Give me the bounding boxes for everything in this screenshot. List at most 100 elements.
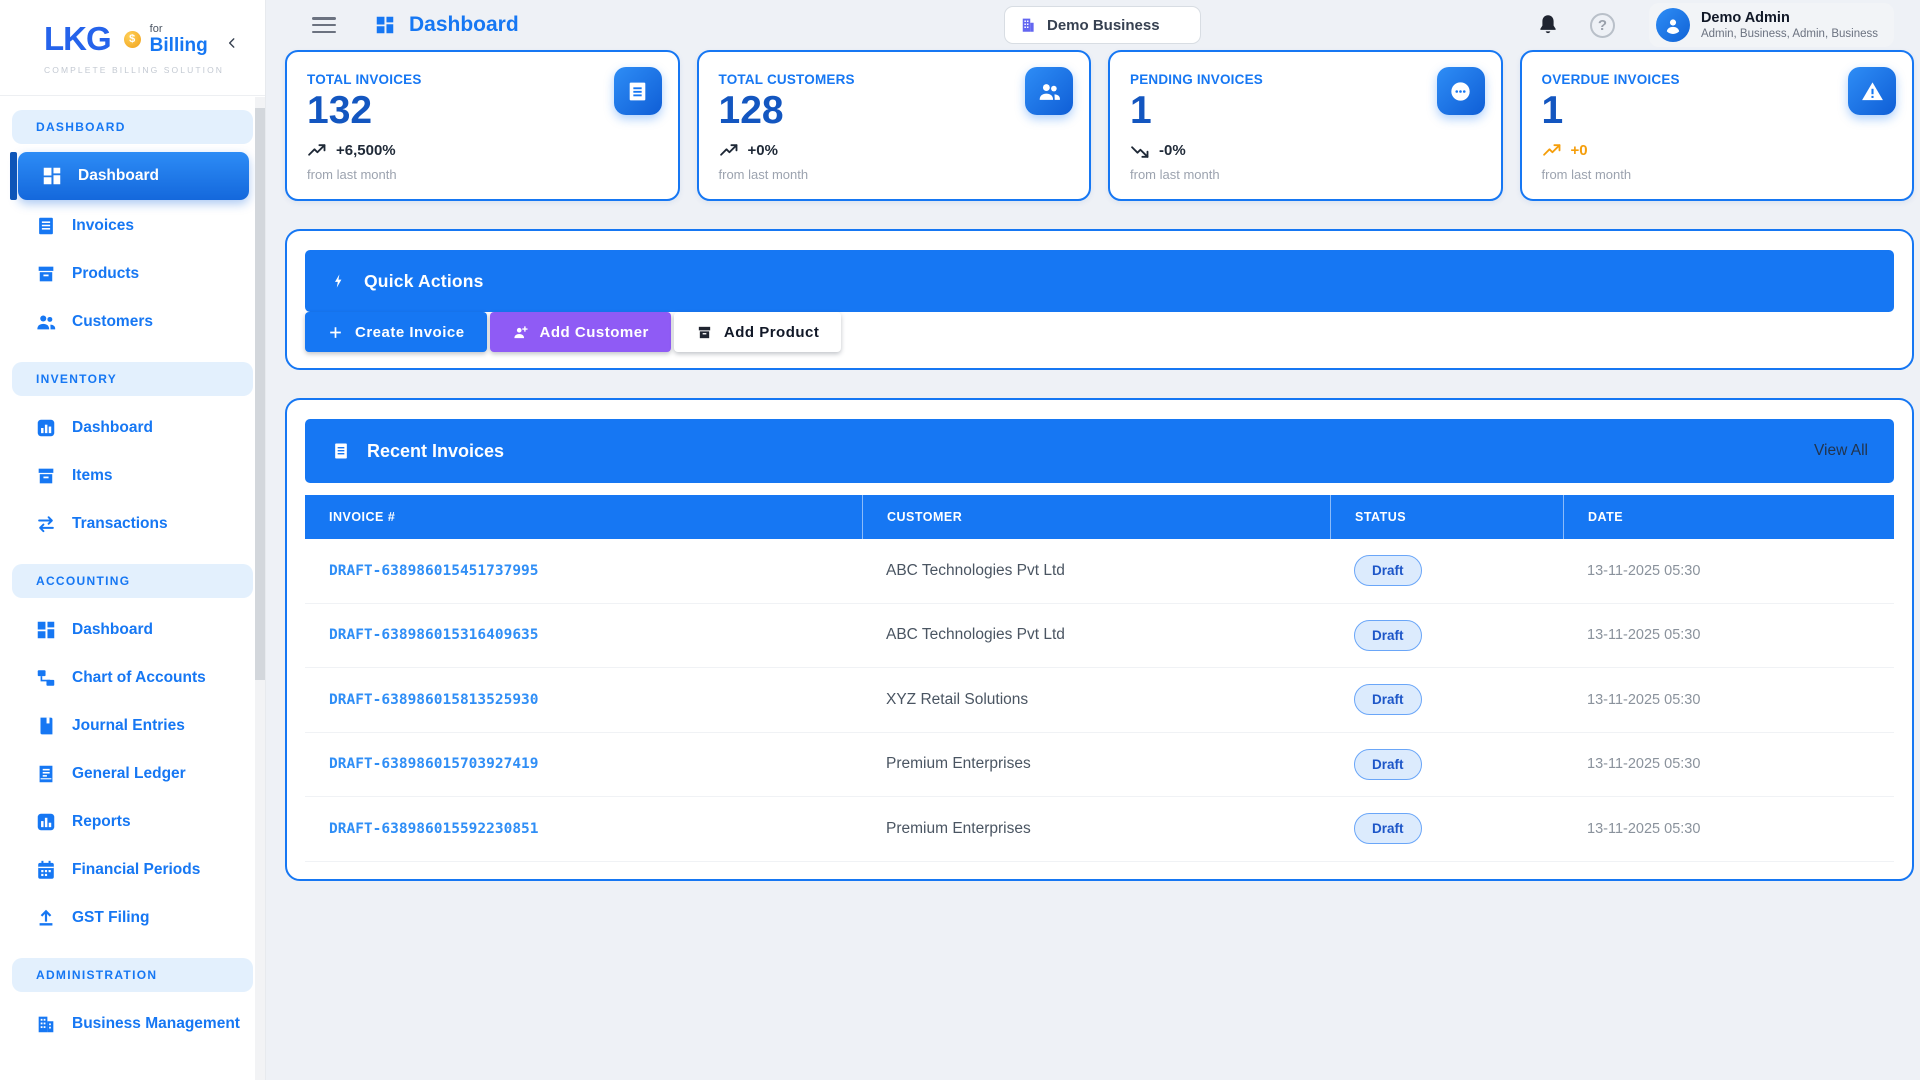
- stat-card-overdue-invoices: OVERDUE INVOICES 1 +0 from last month: [1520, 50, 1915, 201]
- stats-row: TOTAL INVOICES 132 +6,500% from last mon…: [266, 50, 1920, 201]
- brand-product: for Billing: [150, 24, 208, 55]
- customers-icon: [1025, 67, 1073, 115]
- customer-name: ABC Technologies Pvt Ltd: [862, 626, 1330, 644]
- status-badge: Draft: [1354, 555, 1422, 586]
- trend-down-icon: [1130, 141, 1150, 161]
- column-header-date: DATE: [1563, 495, 1894, 539]
- add-customer-button[interactable]: Add Customer: [490, 312, 671, 352]
- invoices-table: INVOICE # CUSTOMER STATUS DATE DRAFT-638…: [305, 495, 1894, 862]
- product-box-icon: [696, 324, 713, 341]
- stat-value: 1: [1130, 89, 1481, 134]
- sidebar-item-gst-filing[interactable]: GST Filing: [12, 894, 253, 942]
- hamburger-menu-icon[interactable]: [312, 17, 336, 33]
- people-icon: [35, 311, 57, 333]
- receipt-icon: [35, 215, 57, 237]
- invoice-number-link[interactable]: DRAFT-638986015451737995: [305, 563, 862, 579]
- sidebar-item-transactions[interactable]: Transactions: [12, 500, 253, 548]
- lightning-icon: [331, 271, 347, 291]
- create-invoice-button[interactable]: Create Invoice: [305, 312, 487, 352]
- main-content: Dashboard Demo Business ? Demo Admin Adm…: [266, 0, 1920, 1080]
- sidebar-item-chart-of-accounts[interactable]: Chart of Accounts: [12, 654, 253, 702]
- sidebar-item-accounting-dashboard[interactable]: Dashboard: [12, 606, 253, 654]
- invoice-date: 13-11-2025 05:30: [1563, 821, 1894, 837]
- sidebar-nav: DASHBOARD Dashboard Invoices Products Cu…: [0, 96, 265, 1048]
- trend-up-icon: [307, 141, 327, 161]
- help-icon[interactable]: ?: [1590, 13, 1615, 38]
- page-title-group: Dashboard: [374, 13, 519, 37]
- customer-name: Premium Enterprises: [862, 820, 1330, 838]
- plus-icon: [327, 324, 344, 341]
- hierarchy-icon: [35, 667, 57, 689]
- sidebar-item-label: Reports: [72, 813, 131, 831]
- invoice-number-link[interactable]: DRAFT-638986015703927419: [305, 756, 862, 772]
- ledger-icon: [35, 763, 57, 785]
- invoice-number-link[interactable]: DRAFT-638986015813525930: [305, 692, 862, 708]
- grid-icon: [41, 165, 63, 187]
- stat-card-total-invoices: TOTAL INVOICES 132 +6,500% from last mon…: [285, 50, 680, 201]
- status-badge: Draft: [1354, 749, 1422, 780]
- add-product-button[interactable]: Add Product: [674, 312, 842, 352]
- sidebar: LKG $ for Billing COMPLETE BILLING SOLUT…: [0, 0, 266, 1080]
- user-menu[interactable]: Demo Admin Admin, Business, Admin, Busin…: [1649, 3, 1894, 47]
- section-header-accounting: ACCOUNTING: [12, 564, 253, 598]
- bar-chart-icon: [35, 417, 57, 439]
- stat-value: 1: [1542, 89, 1893, 134]
- sidebar-item-label: Dashboard: [78, 167, 159, 185]
- sidebar-item-label: Dashboard: [72, 419, 153, 437]
- status-badge: Draft: [1354, 813, 1422, 844]
- box-icon: [35, 465, 57, 487]
- person-icon: [1663, 15, 1683, 35]
- invoice-date: 13-11-2025 05:30: [1563, 563, 1894, 579]
- sidebar-item-invoices[interactable]: Invoices: [12, 202, 253, 250]
- section-header-dashboard: DASHBOARD: [12, 110, 253, 144]
- section-header-administration: ADMINISTRATION: [12, 958, 253, 992]
- stat-value: 128: [719, 89, 1070, 134]
- grid-icon: [374, 14, 396, 36]
- warning-icon: [1848, 67, 1896, 115]
- sidebar-item-label: Invoices: [72, 217, 134, 235]
- sidebar-item-reports[interactable]: Reports: [12, 798, 253, 846]
- sidebar-item-financial-periods[interactable]: Financial Periods: [12, 846, 253, 894]
- sidebar-item-label: Customers: [72, 313, 153, 331]
- receipt-icon: [331, 441, 351, 461]
- invoice-date: 13-11-2025 05:30: [1563, 756, 1894, 772]
- building-icon: [1019, 16, 1037, 34]
- invoice-date: 13-11-2025 05:30: [1563, 627, 1894, 643]
- stat-trend: -0%: [1130, 141, 1481, 161]
- user-roles: Admin, Business, Admin, Business: [1701, 28, 1878, 40]
- status-badge: Draft: [1354, 684, 1422, 715]
- sidebar-item-general-ledger[interactable]: General Ledger: [12, 750, 253, 798]
- sidebar-item-journal-entries[interactable]: Journal Entries: [12, 702, 253, 750]
- view-all-link[interactable]: View All: [1814, 442, 1868, 460]
- invoice-number-link[interactable]: DRAFT-638986015592230851: [305, 821, 862, 837]
- invoice-number-link[interactable]: DRAFT-638986015316409635: [305, 627, 862, 643]
- business-selector[interactable]: Demo Business: [1004, 6, 1201, 44]
- sidebar-item-label: Dashboard: [72, 621, 153, 639]
- recent-invoices-header: Recent Invoices View All: [305, 419, 1894, 483]
- sidebar-item-label: Chart of Accounts: [72, 669, 206, 687]
- sidebar-item-products[interactable]: Products: [12, 250, 253, 298]
- page-title: Dashboard: [409, 13, 519, 37]
- sidebar-collapse-button[interactable]: [221, 32, 243, 54]
- sidebar-item-label: Products: [72, 265, 139, 283]
- quick-actions-header: Quick Actions: [305, 250, 1894, 312]
- stat-trend: +0%: [719, 141, 1070, 161]
- bell-icon[interactable]: [1536, 13, 1560, 37]
- sidebar-scrollbar-thumb[interactable]: [255, 108, 265, 680]
- avatar: [1656, 8, 1690, 42]
- brand-tagline: COMPLETE BILLING SOLUTION: [44, 65, 247, 75]
- sidebar-item-label: Journal Entries: [72, 717, 185, 735]
- sidebar-item-dashboard[interactable]: Dashboard: [18, 152, 249, 200]
- status-badge: Draft: [1354, 620, 1422, 651]
- stat-value: 132: [307, 89, 658, 134]
- sidebar-item-items[interactable]: Items: [12, 452, 253, 500]
- upload-icon: [35, 907, 57, 929]
- topbar-actions: ? Demo Admin Admin, Business, Admin, Bus…: [1536, 3, 1894, 47]
- grid-icon: [35, 619, 57, 641]
- sidebar-item-label: Business Management: [72, 1015, 240, 1033]
- sidebar-item-customers[interactable]: Customers: [12, 298, 253, 346]
- invoice-icon: [614, 67, 662, 115]
- sidebar-item-business-management[interactable]: Business Management: [12, 1000, 253, 1048]
- sidebar-item-inventory-dashboard[interactable]: Dashboard: [12, 404, 253, 452]
- column-header-invoice: INVOICE #: [305, 495, 862, 539]
